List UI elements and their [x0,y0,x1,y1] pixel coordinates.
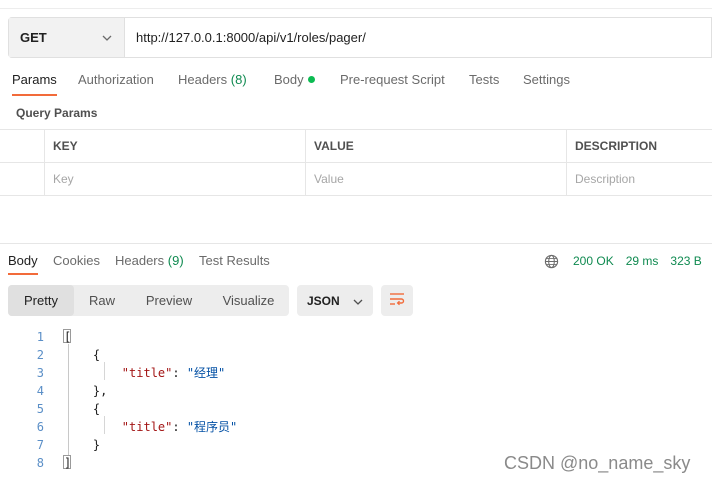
request-bar: GET http://127.0.0.1:8000/api/v1/roles/p… [8,17,712,58]
code-line: 7 } [0,436,712,454]
code-line: 1[ [0,328,712,346]
column-header-description: DESCRIPTION [566,130,712,162]
tab-label: Headers [178,72,228,87]
table-row: Key Value Description [0,163,712,196]
response-tab-body[interactable]: Body [8,253,38,275]
json-string: "经理" [186,366,226,380]
code-text: { [64,346,100,364]
param-description-input[interactable]: Description [566,163,712,195]
top-divider [0,8,712,9]
response-time[interactable]: 29 ms [626,254,659,268]
code-text: } [64,436,100,454]
wrap-lines-icon [389,292,405,309]
tab-tests[interactable]: Tests [469,70,499,96]
line-number: 3 [36,366,44,380]
json-punctuation: }, [64,384,108,398]
status-dot-icon [307,76,315,83]
json-key: "title" [121,420,173,434]
status-code[interactable]: 200 OK [573,254,614,268]
code-text: [ [64,328,71,346]
tab-label: Headers [115,253,165,268]
code-line: 6 "title": "程序员" [0,418,712,436]
format-label: JSON [307,293,340,308]
response-tab-headers[interactable]: Headers (9) [115,253,184,275]
view-mode-preview[interactable]: Preview [130,285,208,316]
tab-label: Tests [469,72,500,87]
line-number: 1 [36,330,44,344]
tab-label: Params [12,72,57,87]
tab-label: Authorization [78,72,154,87]
tab-label: Test Results [199,253,270,268]
json-punctuation: ] [64,456,72,470]
tab-label: Body [8,253,38,268]
watermark: CSDN @no_name_sky [504,453,691,473]
response-status: 200 OK 29 ms 323 B [544,253,702,269]
param-value-input[interactable]: Value [305,163,566,195]
json-punctuation [64,420,122,434]
tab-label: Settings [523,72,570,87]
tab-authorization[interactable]: Authorization [78,70,154,96]
json-punctuation: } [64,438,101,452]
line-number: 6 [36,420,44,434]
method-select[interactable]: GET [9,18,125,57]
code-text: "title": "经理" [64,364,225,382]
response-tab-test-results[interactable]: Test Results [199,253,270,275]
code-text: ] [64,454,71,472]
tab-pre-request-script[interactable]: Pre-request Script [340,70,445,96]
chevron-down-icon [102,35,112,41]
view-mode-visualize[interactable]: Visualize [208,285,289,316]
query-params-table: KEY VALUE DESCRIPTION Key Value Descript… [0,129,712,196]
column-header-value: VALUE [305,130,566,162]
request-tabs: Params Authorization Headers (8) Body Pr… [0,70,712,96]
code-line: 4 }, [0,382,712,400]
view-mode-pretty[interactable]: Pretty [8,285,74,316]
chevron-down-icon [353,294,363,308]
tab-label: Pre-request Script [340,72,445,87]
line-number: 2 [36,348,44,362]
code-line: 3 "title": "经理" [0,364,712,382]
tab-headers[interactable]: Headers (8) [178,70,247,96]
view-mode-group: Pretty Raw Preview Visualize [8,285,289,316]
url-input[interactable]: http://127.0.0.1:8000/api/v1/roles/pager… [125,18,366,57]
method-label: GET [20,30,47,45]
json-string: "程序员" [186,420,238,434]
code-text: { [64,400,100,418]
json-punctuation: : [172,366,187,380]
response-size[interactable]: 323 B [670,254,701,268]
json-punctuation [64,366,122,380]
query-params-title: Query Params [16,106,98,120]
wrap-lines-button[interactable] [381,285,413,316]
line-number: 5 [36,402,44,416]
tab-params[interactable]: Params [12,70,57,96]
code-line: 5 { [0,400,712,418]
json-key: "title" [121,366,173,380]
json-punctuation: { [64,402,101,416]
response-tab-cookies[interactable]: Cookies [53,253,100,275]
json-punctuation: [ [64,330,72,344]
response-divider [0,243,712,244]
line-number: 4 [36,384,44,398]
tab-label: Cookies [53,253,100,268]
tab-settings[interactable]: Settings [523,70,570,96]
format-select[interactable]: JSON [297,285,373,316]
line-number: 8 [36,456,44,470]
tab-count: (8) [230,72,247,87]
json-punctuation: : [172,420,187,434]
table-header-row: KEY VALUE DESCRIPTION [0,130,712,163]
line-number: 7 [36,438,44,452]
globe-icon[interactable] [544,254,559,269]
code-text: "title": "程序员" [64,418,237,436]
column-header-key: KEY [44,130,305,162]
tab-label: Body [274,72,304,87]
tab-body[interactable]: Body [274,70,315,96]
code-line: 2 { [0,346,712,364]
code-text: }, [64,382,107,400]
view-mode-raw[interactable]: Raw [74,285,130,316]
param-key-input[interactable]: Key [44,163,305,195]
tab-count: (9) [167,253,184,268]
json-punctuation: { [64,348,101,362]
